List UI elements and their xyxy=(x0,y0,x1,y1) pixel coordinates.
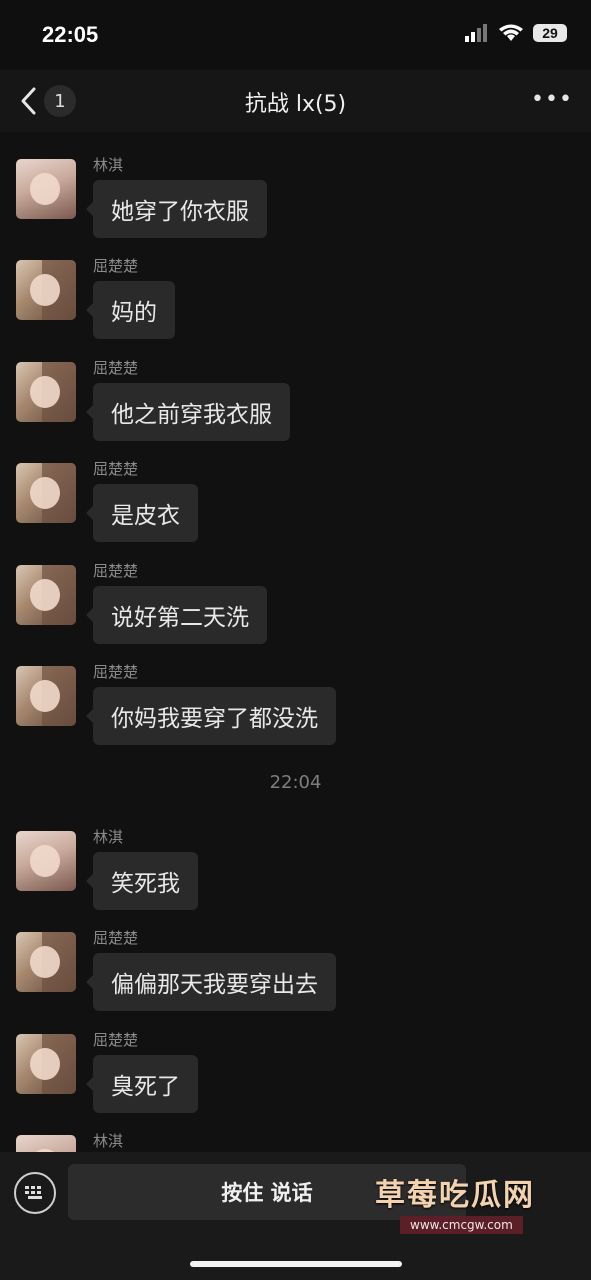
avatar[interactable] xyxy=(16,362,76,422)
avatar[interactable] xyxy=(16,666,76,726)
avatar[interactable] xyxy=(16,1034,76,1094)
message-bubble[interactable]: 你妈我要穿了都没洗 xyxy=(86,687,336,745)
wifi-icon xyxy=(499,24,523,41)
avatar[interactable] xyxy=(16,260,76,320)
signal-icon xyxy=(465,24,487,42)
keyboard-icon xyxy=(25,1186,42,1199)
more-dots-icon: ••• xyxy=(531,87,573,112)
message-bubble[interactable]: 妈的 xyxy=(86,281,175,339)
battery-icon: 29 xyxy=(533,24,567,42)
sender-name: 屈楚楚 xyxy=(93,257,139,275)
sender-name: 林淇 xyxy=(93,1132,124,1150)
more-button[interactable]: ••• xyxy=(531,88,572,112)
message-bubble[interactable]: 他之前穿我衣服 xyxy=(86,383,290,441)
status-time: 22:05 xyxy=(42,22,99,47)
sender-name: 屈楚楚 xyxy=(93,460,139,478)
message-bubble[interactable]: 说好第二天洗 xyxy=(86,586,267,644)
sender-name: 林淇 xyxy=(93,156,124,174)
sender-name: 屈楚楚 xyxy=(93,562,139,580)
avatar[interactable] xyxy=(16,932,76,992)
sender-name: 屈楚楚 xyxy=(93,1031,139,1049)
sender-name: 屈楚楚 xyxy=(93,929,139,947)
message-bubble[interactable]: 偏偏那天我要穿出去 xyxy=(86,953,336,1011)
watermark-url: www.cmcgw.com xyxy=(400,1216,523,1234)
status-icons: 29 xyxy=(465,24,567,42)
time-divider: 22:04 xyxy=(269,772,322,793)
avatar[interactable] xyxy=(16,831,76,891)
message-list[interactable]: 林淇 她穿了你衣服 屈楚楚 妈的 屈楚楚 他之前穿我衣服 屈楚楚 是皮衣 屈楚楚… xyxy=(0,132,591,1152)
watermark-brand: 草莓吃瓜网 xyxy=(375,1178,535,1213)
sender-name: 屈楚楚 xyxy=(93,359,139,377)
chat-header: 1 抗战 lx(5) ••• xyxy=(0,70,591,132)
message-bubble[interactable]: 是皮衣 xyxy=(86,484,198,542)
keyboard-toggle-button[interactable] xyxy=(14,1172,56,1214)
message-bubble[interactable]: 笑死我 xyxy=(86,852,198,910)
sender-name: 林淇 xyxy=(93,828,124,846)
sender-name: 屈楚楚 xyxy=(93,663,139,681)
status-bar: 22:05 29 xyxy=(0,0,591,70)
home-indicator[interactable] xyxy=(190,1261,402,1267)
message-bubble[interactable]: 臭死了 xyxy=(86,1055,198,1113)
avatar[interactable] xyxy=(16,463,76,523)
avatar[interactable] xyxy=(16,159,76,219)
message-bubble[interactable]: 她穿了你衣服 xyxy=(86,180,267,238)
avatar[interactable] xyxy=(16,1135,76,1152)
avatar[interactable] xyxy=(16,565,76,625)
chat-title: 抗战 lx(5) xyxy=(244,92,347,117)
